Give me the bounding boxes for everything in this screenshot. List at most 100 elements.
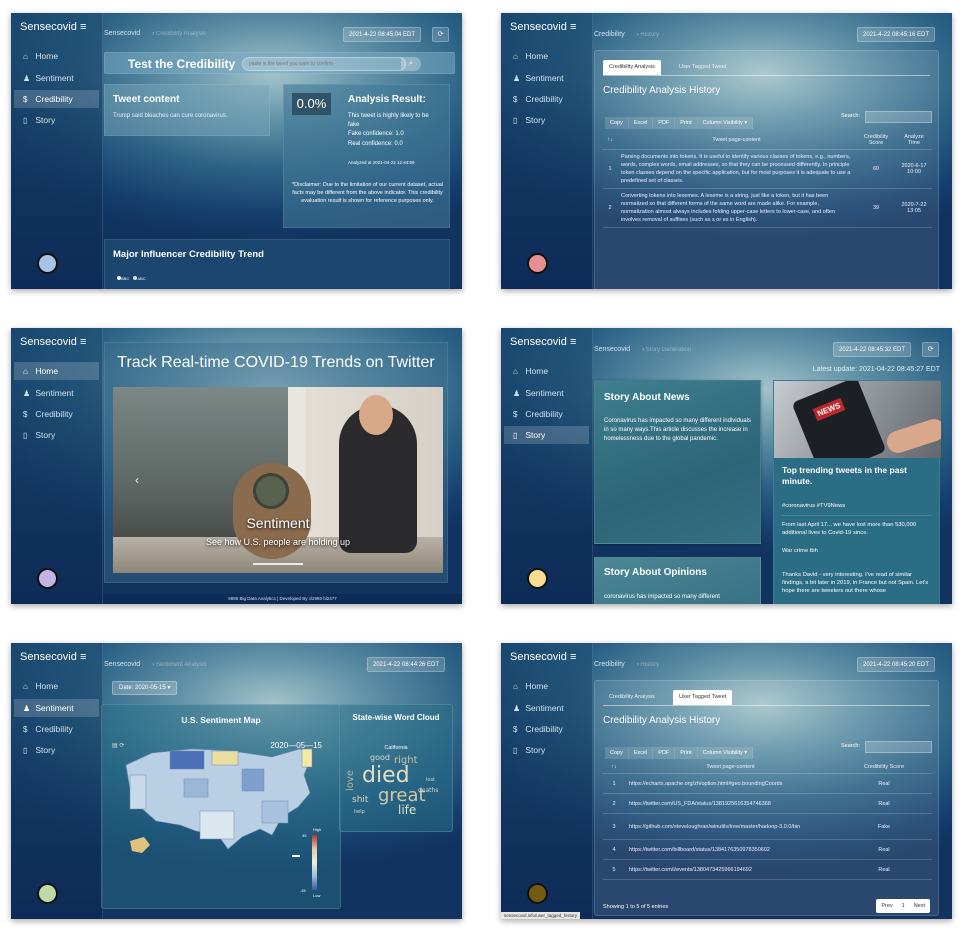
tweet-item[interactable]: #coronavirus #TV9News <box>782 502 932 516</box>
col-score[interactable]: Credibility Score <box>856 131 896 150</box>
brand-name: Sensecovid <box>510 336 567 348</box>
row-url[interactable]: https://twitter.com/US_FDA/status/138192… <box>625 793 836 814</box>
column-visibility-button[interactable]: Column Visibility ▾ <box>697 117 754 129</box>
sort-header[interactable]: ↑↓ <box>603 131 617 150</box>
tweet-item[interactable]: War crime tbh <box>782 547 932 555</box>
nav-story[interactable]: ▯ Story <box>14 741 99 759</box>
nav-sentiment[interactable]: ♟ Sentiment <box>504 699 589 717</box>
menu-icon[interactable]: ≡ <box>80 336 86 348</box>
col-tweet-content[interactable]: Tweet page-content <box>617 131 856 150</box>
menu-icon[interactable]: ≡ <box>80 651 86 663</box>
nav-credibility[interactable]: $ Credibility <box>504 405 589 423</box>
carousel-indicators[interactable] <box>253 563 303 565</box>
breadcrumb-root[interactable]: Sensecovid <box>104 661 140 668</box>
nav-sentiment[interactable]: ♟ Sentiment <box>504 384 589 402</box>
brand[interactable]: Sensecovid ≡ <box>20 651 86 663</box>
tweet-item[interactable]: From last April 17... we have lost more … <box>782 521 932 537</box>
tab-user-tagged[interactable]: User Tagged Tweet <box>673 690 733 705</box>
nav-credibility[interactable]: $ Credibility <box>504 720 589 738</box>
breadcrumb-current-label: History <box>640 662 660 668</box>
column-visibility-button[interactable]: Column Visibility ▾ <box>697 747 754 759</box>
nav-sentiment[interactable]: ♟ Sentiment <box>14 69 99 87</box>
menu-icon[interactable]: ≡ <box>80 21 86 33</box>
copy-button[interactable]: Copy <box>605 117 629 129</box>
nav-story[interactable]: ▯ Story <box>14 426 99 444</box>
tab-credibility-analysis[interactable]: Credibility Analysis <box>603 60 661 75</box>
nav-credibility[interactable]: $ Credibility <box>504 90 589 108</box>
menu-icon[interactable]: ≡ <box>570 651 576 663</box>
nav-home[interactable]: ⌂ Home <box>14 47 99 65</box>
nav-story[interactable]: ▯ Story <box>504 111 589 129</box>
tab-user-tagged[interactable]: User Tagged Tweet <box>673 60 732 75</box>
brand[interactable]: Sensecovid ≡ <box>510 651 576 663</box>
nav-home[interactable]: ⌂ Home <box>504 362 589 380</box>
tweet-input[interactable] <box>242 57 406 71</box>
nav-home[interactable]: ⌂ Home <box>504 47 589 65</box>
refresh-button[interactable]: ⟳ <box>432 27 449 42</box>
menu-icon[interactable]: ≡ <box>570 336 576 348</box>
table-search-input[interactable] <box>865 741 932 753</box>
brand[interactable]: Sensecovid ≡ <box>510 21 576 33</box>
table-row[interactable]: 2 https://twitter.com/US_FDA/status/1381… <box>603 793 932 814</box>
tab-credibility-analysis[interactable]: Credibility Analysis <box>603 690 661 705</box>
nav-story[interactable]: ▯ Story <box>14 111 99 129</box>
nav-credibility[interactable]: $ Credibility <box>14 90 99 108</box>
nav-story[interactable]: ▯ Story <box>504 741 589 759</box>
row-number: 1 <box>603 149 617 189</box>
refresh-button[interactable]: ⟳ <box>922 342 939 357</box>
nav-credibility[interactable]: $ Credibility <box>14 720 99 738</box>
prev-arrow[interactable]: ‹ <box>135 473 139 487</box>
color-scale[interactable] <box>312 835 317 890</box>
nav-sentiment[interactable]: ♟ Sentiment <box>14 699 99 717</box>
nav-sentiment[interactable]: ♟ Sentiment <box>504 69 589 87</box>
nav-home[interactable]: ⌂ Home <box>14 677 99 695</box>
breadcrumb-root[interactable]: Sensecovid <box>594 346 630 353</box>
nav-credibility[interactable]: $ Credibility <box>14 405 99 423</box>
legend-bbc[interactable]: BBC <box>121 276 129 281</box>
breadcrumb-root[interactable]: Sensecovid <box>104 30 140 37</box>
nav-home[interactable]: ⌂ Home <box>504 677 589 695</box>
row-url[interactable]: https://twitter.com/i/events/13804734259… <box>625 859 836 880</box>
brand[interactable]: Sensecovid ≡ <box>20 21 86 33</box>
nav-home[interactable]: ⌂ Home <box>14 362 99 380</box>
row-url[interactable]: https://echarts.apache.org/zh/option.htm… <box>625 773 836 794</box>
search-button[interactable]: ⌕ <box>401 57 421 71</box>
pdf-button[interactable]: PDF <box>653 747 676 759</box>
row-url[interactable]: https://github.com/steveloughran/winutil… <box>625 813 836 840</box>
breadcrumb-root[interactable]: Credibility <box>594 31 625 38</box>
table-search-input[interactable] <box>865 111 932 123</box>
col-score[interactable]: Credibility Score <box>836 761 932 774</box>
row-url[interactable]: https://twitter.com/billboard/status/138… <box>625 839 836 860</box>
tweet-item[interactable]: Thanks David - very interesting. I've re… <box>782 571 932 595</box>
table-row[interactable]: 2 Converting tokens into lexemes. A lexe… <box>603 188 932 228</box>
result-title: Analysis Result: <box>348 94 426 105</box>
nav-story[interactable]: ▯ Story <box>504 426 589 444</box>
brand[interactable]: Sensecovid ≡ <box>20 336 86 348</box>
table-row[interactable]: 5 https://twitter.com/i/events/138047342… <box>603 859 932 880</box>
table-row[interactable]: 4 https://twitter.com/billboard/status/1… <box>603 839 932 860</box>
excel-button[interactable]: Excel <box>628 747 654 759</box>
nav-sentiment[interactable]: ♟ Sentiment <box>14 384 99 402</box>
date-dropdown[interactable]: Date: 2020-05-15 ▾ <box>112 681 178 695</box>
print-button[interactable]: Print <box>675 117 698 129</box>
copy-button[interactable]: Copy <box>605 747 629 759</box>
excel-button[interactable]: Excel <box>628 117 654 129</box>
word-cloud-state: California <box>384 745 408 751</box>
legend-abc[interactable]: ABC <box>137 276 145 281</box>
page-1-button[interactable]: 1 <box>898 903 909 909</box>
brand[interactable]: Sensecovid ≡ <box>510 336 576 348</box>
table-row[interactable]: 1 Parsing documents into tokens. It is u… <box>603 149 932 189</box>
next-button[interactable]: Next <box>909 903 930 909</box>
table-row[interactable]: 3 https://github.com/steveloughran/winut… <box>603 813 932 840</box>
carousel[interactable]: ‹ Sentiment See how U.S. people are hold… <box>113 387 443 573</box>
us-sentiment-map[interactable] <box>122 745 322 855</box>
menu-icon[interactable]: ≡ <box>570 21 576 33</box>
col-time[interactable]: Analyze Time <box>896 131 932 150</box>
print-button[interactable]: Print <box>675 747 698 759</box>
col-tweet-content[interactable]: Tweet page-content <box>625 761 836 774</box>
prev-button[interactable]: Prev <box>876 903 897 909</box>
breadcrumb-root[interactable]: Credibility <box>594 661 625 668</box>
table-row[interactable]: 1 https://echarts.apache.org/zh/option.h… <box>603 773 932 794</box>
sort-header[interactable]: ↑↓ <box>603 761 625 774</box>
pdf-button[interactable]: PDF <box>653 117 676 129</box>
